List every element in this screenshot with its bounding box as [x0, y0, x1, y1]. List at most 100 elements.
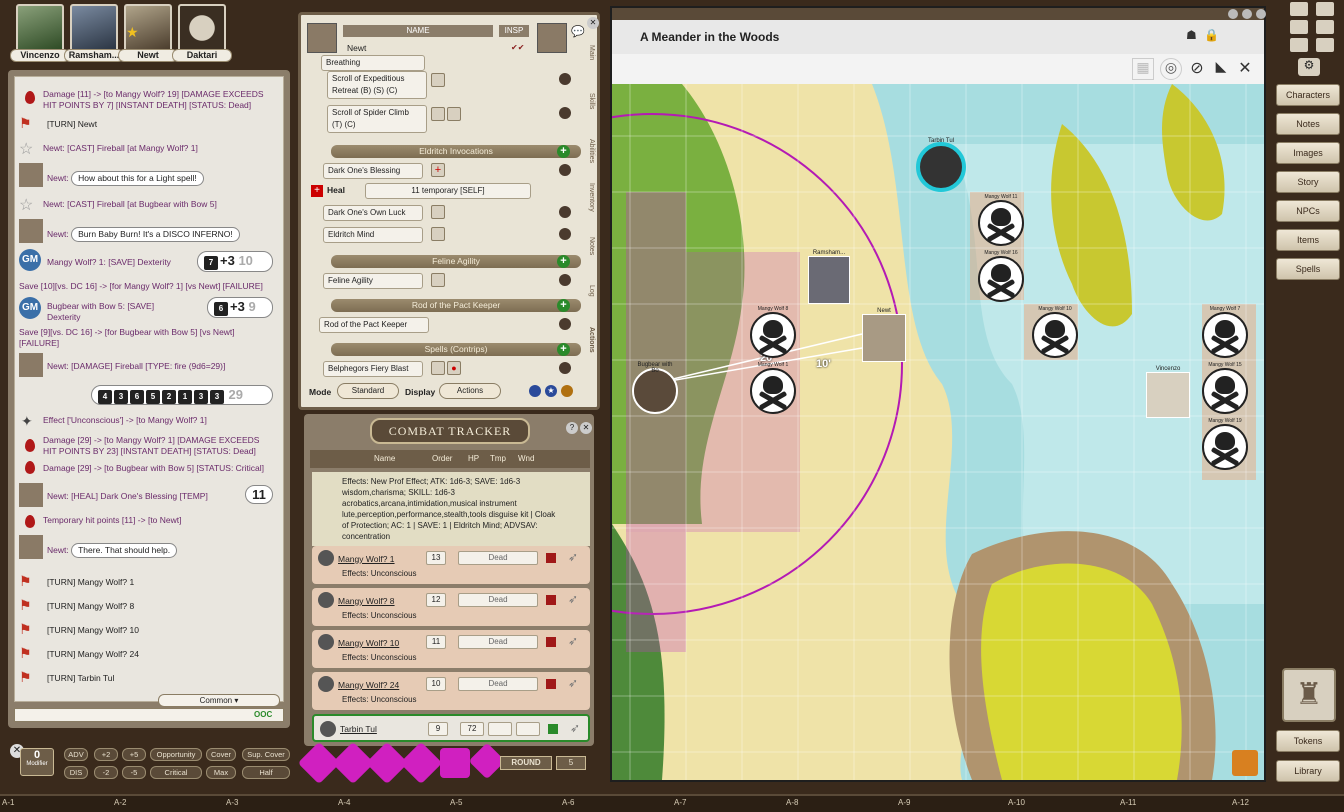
- tab-inventory[interactable]: Inventory: [583, 183, 595, 212]
- target-icon[interactable]: ➶: [568, 550, 578, 564]
- temp-hp-value[interactable]: [488, 722, 512, 736]
- invocation-item[interactable]: Eldritch Mind: [323, 227, 423, 243]
- use-toggle[interactable]: [559, 274, 571, 286]
- chat-bubble-icon[interactable]: 💬: [571, 25, 585, 38]
- token-tarbin[interactable]: Tarbin Tul: [916, 138, 966, 192]
- sidebar-item-tokens[interactable]: Tokens: [1276, 730, 1340, 752]
- initiative-value[interactable]: 12: [426, 593, 446, 607]
- lighting-icon[interactable]: ☗: [1186, 28, 1197, 42]
- lock-icon[interactable]: 🔒: [1204, 28, 1219, 42]
- heal-value[interactable]: 11 temporary [SELF]: [365, 183, 531, 199]
- sidebar-item-notes[interactable]: Notes: [1276, 113, 1340, 135]
- cast-button[interactable]: [431, 361, 445, 375]
- token-ramsham[interactable]: Ramsham...: [808, 250, 850, 304]
- combat-row[interactable]: Mangy Wolf? 8 12 Dead ➶ Effects: Unconsc…: [312, 588, 590, 626]
- die-d10-icon[interactable]: [399, 741, 443, 785]
- invocation-item[interactable]: Dark One's Blessing: [323, 163, 423, 179]
- close-icon[interactable]: ✕: [580, 422, 592, 434]
- token-wolf-dead[interactable]: Mangy Wolf 7: [1202, 306, 1248, 358]
- token-wolf-dead[interactable]: Mangy Wolf 8: [750, 306, 796, 358]
- mode-select[interactable]: Standard: [337, 383, 399, 399]
- half-button[interactable]: Half: [242, 766, 290, 779]
- use-toggle[interactable]: [559, 362, 571, 374]
- party-portrait-ramsham[interactable]: Ramsham...: [64, 4, 124, 62]
- initiative-value[interactable]: 10: [426, 677, 446, 691]
- token-wolf-dead[interactable]: Mangy Wolf 10: [1032, 306, 1078, 358]
- sup-cover-button[interactable]: Sup. Cover: [242, 748, 290, 761]
- inspiration-icon[interactable]: ✔✔: [511, 43, 524, 52]
- close-icon[interactable]: ✕: [587, 17, 599, 29]
- tab-log[interactable]: Log: [583, 285, 595, 297]
- combat-row[interactable]: Mangy Wolf? 10 11 Dead ➶ Effects: Uncons…: [312, 630, 590, 668]
- tool-icon[interactable]: [1316, 2, 1334, 16]
- heal-button[interactable]: +: [431, 163, 445, 177]
- damage-button[interactable]: ●: [447, 361, 461, 375]
- add-button[interactable]: +: [557, 255, 570, 268]
- edit-icon[interactable]: [529, 385, 541, 397]
- invocation-item[interactable]: Dark One's Own Luck: [323, 205, 423, 221]
- sidebar-item-library[interactable]: Library: [1276, 760, 1340, 782]
- combatant-name[interactable]: Mangy Wolf? 24: [338, 680, 399, 690]
- mask-icon[interactable]: ◣: [1210, 58, 1232, 80]
- gear-icon[interactable]: ⚙: [1298, 58, 1320, 76]
- add-button[interactable]: +: [557, 299, 570, 312]
- token-wolf-dead[interactable]: Mangy Wolf 16: [978, 250, 1024, 302]
- plus5-button[interactable]: +5: [122, 748, 146, 761]
- tool-icon[interactable]: [1316, 38, 1334, 52]
- sidebar-item-story[interactable]: Story: [1276, 171, 1340, 193]
- agility-item[interactable]: Feline Agility: [323, 273, 423, 289]
- shield-icon[interactable]: [546, 595, 556, 605]
- round-value[interactable]: 5: [556, 756, 586, 770]
- cast-button[interactable]: [447, 107, 461, 121]
- tool-icon[interactable]: [1290, 38, 1308, 52]
- shield-icon[interactable]: [546, 553, 556, 563]
- tab-skills[interactable]: Skills: [583, 93, 595, 109]
- cover-button[interactable]: Cover: [206, 748, 236, 761]
- section-header-agility[interactable]: Feline Agility: [331, 255, 581, 268]
- maximize-icon[interactable]: [1242, 9, 1252, 19]
- combatant-name[interactable]: Mangy Wolf? 10: [338, 638, 399, 648]
- tool-icon[interactable]: [1290, 20, 1308, 34]
- combatant-name[interactable]: Mangy Wolf? 8: [338, 596, 395, 606]
- plus2-button[interactable]: +2: [94, 748, 118, 761]
- tool-icon[interactable]: [1290, 2, 1308, 16]
- token-vincenzo[interactable]: Vincenzo: [1146, 366, 1190, 418]
- use-toggle[interactable]: [559, 164, 571, 176]
- shield-icon[interactable]: [546, 679, 556, 689]
- modifier-box[interactable]: 0 Modifier: [20, 748, 54, 776]
- section-header-invocations[interactable]: Eldritch Invocations: [331, 145, 581, 158]
- minus2-button[interactable]: -2: [94, 766, 118, 779]
- shield-icon[interactable]: [546, 637, 556, 647]
- chat-input[interactable]: [14, 708, 284, 722]
- adv-button[interactable]: ADV: [64, 748, 88, 761]
- language-select[interactable]: Common ▾: [158, 694, 280, 707]
- die-d12-icon[interactable]: [440, 748, 470, 778]
- critical-button[interactable]: Critical: [150, 766, 202, 779]
- use-toggle[interactable]: [559, 73, 571, 85]
- section-header-cantrips[interactable]: Spells (Contrips): [331, 343, 581, 356]
- sidebar-item-spells[interactable]: Spells: [1276, 258, 1340, 280]
- tab-actions[interactable]: Actions: [583, 327, 595, 353]
- hp-value[interactable]: 72: [460, 722, 484, 736]
- section-header-rod[interactable]: Rod of the Pact Keeper: [331, 299, 581, 312]
- cast-button[interactable]: [431, 107, 445, 121]
- use-toggle[interactable]: [559, 206, 571, 218]
- max-button[interactable]: Max: [206, 766, 236, 779]
- target-icon[interactable]: ➶: [568, 634, 578, 648]
- combat-row[interactable]: Mangy Wolf? 24 10 Dead ➶ Effects: Uncons…: [312, 672, 590, 710]
- cast-button[interactable]: [431, 273, 445, 287]
- cast-button[interactable]: [431, 73, 445, 87]
- token-bugbear[interactable]: Bugbear with Bo: [632, 362, 678, 414]
- action-item[interactable]: Breathing: [321, 55, 425, 71]
- opportunity-button[interactable]: Opportunity: [150, 748, 202, 761]
- token-newt[interactable]: Newt: [862, 308, 906, 362]
- combat-row-active[interactable]: Tarbin Tul 9 72 ➶: [312, 714, 590, 742]
- token-wolf-dead[interactable]: Mangy Wolf 1: [750, 362, 796, 414]
- target-icon[interactable]: ◎: [1160, 58, 1182, 80]
- cast-button[interactable]: [431, 205, 445, 219]
- scroll-item[interactable]: Scroll of Expeditious Retreat (B) (S) (C): [327, 71, 427, 99]
- target-icon[interactable]: ➶: [568, 676, 578, 690]
- cantrip-item[interactable]: Belphegors Fiery Blast: [323, 361, 423, 377]
- sidebar-item-items[interactable]: Items: [1276, 229, 1340, 251]
- help-icon[interactable]: ?: [566, 422, 578, 434]
